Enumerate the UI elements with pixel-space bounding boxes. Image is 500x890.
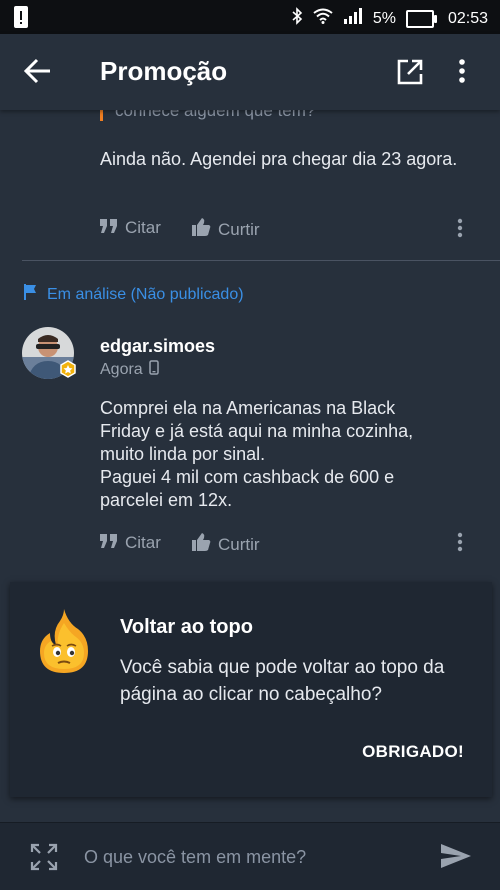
more-vertical-icon [457,532,463,556]
quote-icon [100,218,118,238]
comment-input[interactable]: O que você tem em mente? [84,847,306,868]
comment-time: Agora [100,360,159,380]
tip-body: Você sabia que pode voltar ao topo da pá… [120,657,445,705]
more-vertical-icon [457,218,463,242]
comment-menu-previous[interactable] [457,218,463,243]
comment-text: Comprei ela na Americanas na Black Frida… [100,398,414,510]
like-button-previous[interactable]: Curtir [192,218,260,241]
tip-card: Voltar ao topo Você sabia que pode volta… [10,582,492,797]
divider [22,260,500,261]
flag-icon [24,284,38,305]
bluetooth-icon [291,7,303,30]
send-icon[interactable] [440,843,472,874]
alert-icon [14,6,28,33]
username[interactable]: edgar.simoes [100,336,215,357]
status-bar: 5% 02:53 [0,0,500,34]
dismiss-tip-button[interactable]: OBRIGADO! [362,742,464,762]
thumbs-up-icon [192,218,211,241]
open-external-icon[interactable] [396,58,424,91]
quote-icon [100,533,118,553]
page-title: Promoção [100,56,228,86]
cite-button[interactable]: Citar [100,533,161,553]
comment-menu[interactable] [457,532,463,557]
battery-icon [405,9,437,28]
flame-mascot-icon [38,609,90,680]
cite-button-previous[interactable]: Citar [100,218,161,238]
app-header[interactable]: Promoção [0,34,500,110]
like-button[interactable]: Curtir [192,533,260,556]
clock: 02:53 [447,9,488,27]
avatar[interactable] [22,327,78,383]
battery-percent: 5% [372,9,396,27]
signal-icon [343,8,363,29]
phone-icon [148,360,159,380]
comment-text-previous: Ainda não. Agendei pra chegar dia 23 ago… [100,149,458,169]
expand-icon[interactable] [30,843,58,876]
back-arrow-icon[interactable] [23,58,52,89]
comment-composer: O que você tem em mente? [0,822,500,890]
wifi-icon [313,8,333,29]
tip-title: Voltar ao topo [120,616,253,638]
more-vertical-icon[interactable] [458,58,466,89]
review-status: Em análise (Não publicado) [24,284,244,305]
thumbs-up-icon [192,533,211,556]
